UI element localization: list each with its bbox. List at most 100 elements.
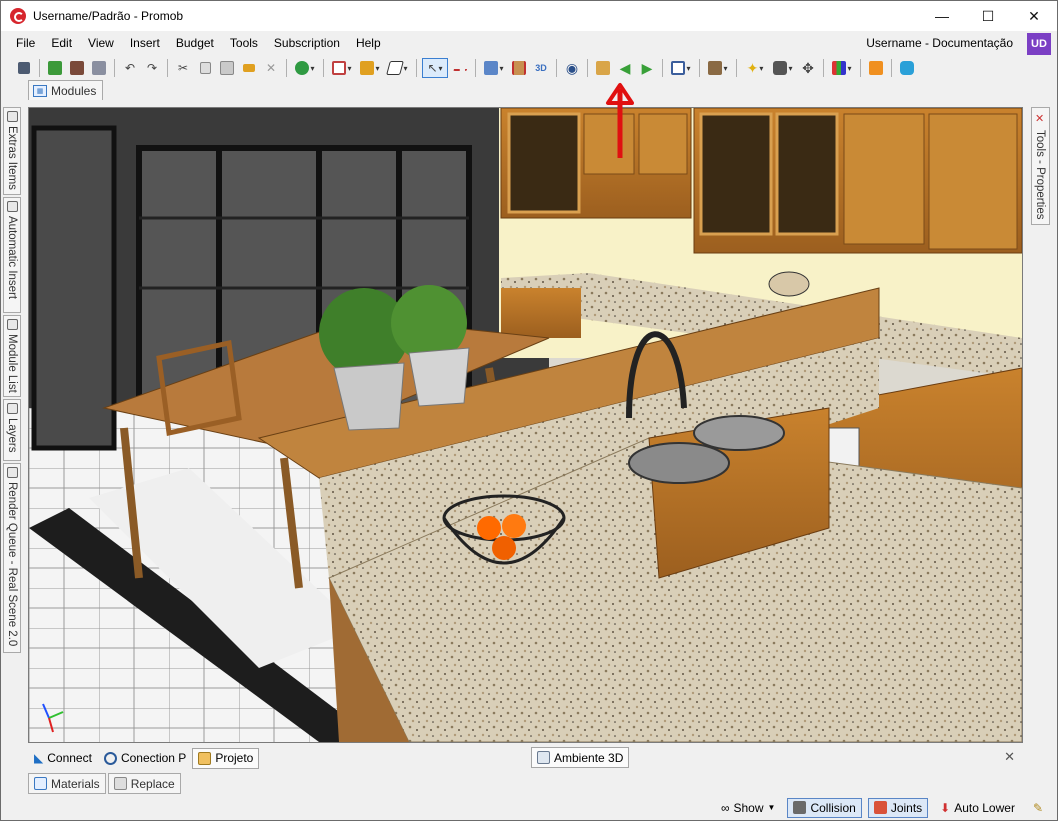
auto-lower-toggle[interactable]: ⬇ Auto Lower	[934, 798, 1021, 818]
frame-icon[interactable]	[329, 58, 355, 78]
menu-subscription[interactable]: Subscription	[266, 32, 348, 54]
tab-conection-p-label: Conection P	[120, 751, 187, 765]
3d-viewport[interactable]	[28, 107, 1023, 743]
tab-layers-label: Layers	[6, 418, 18, 453]
copy-icon[interactable]	[195, 58, 215, 78]
menu-bar: File Edit View Insert Budget Tools Subsc…	[1, 32, 1057, 55]
print-icon[interactable]	[67, 58, 87, 78]
main-toolbar: ↶ ↷ ✂ ✕ ↖ 3D ◉ ◀ ▶ ✦ ✥	[1, 56, 1057, 80]
user-label: Username - Documentação	[866, 36, 1013, 50]
tab-module-list[interactable]: Module List	[3, 315, 21, 397]
module-tree-icon[interactable]	[357, 58, 383, 78]
tools-icon	[7, 201, 18, 212]
close-button[interactable]: ✕	[1011, 1, 1057, 31]
paste-icon[interactable]	[217, 58, 237, 78]
render-icon	[7, 467, 18, 478]
magic-wand-icon: ✎	[1032, 800, 1043, 815]
budget-dollar-icon[interactable]	[292, 58, 318, 78]
tab-connect[interactable]: ◣ Connect	[28, 748, 98, 769]
menu-insert[interactable]: Insert	[122, 32, 168, 54]
signal-icon: ◣	[34, 751, 44, 765]
tab-render-queue[interactable]: Render Queue - Real Scene 2.0	[3, 463, 21, 653]
menu-file[interactable]: File	[8, 32, 43, 54]
tab-ambiente-3d[interactable]: Ambiente 3D	[531, 747, 630, 768]
camera-icon[interactable]	[770, 58, 796, 78]
tab-replace[interactable]: Replace	[107, 773, 181, 794]
cut-icon[interactable]: ✂	[173, 58, 193, 78]
tab-materials-label: Materials	[51, 776, 100, 791]
menu-view[interactable]: View	[80, 32, 122, 54]
chat-icon[interactable]	[897, 58, 917, 78]
save-icon[interactable]	[14, 58, 34, 78]
auto-lower-label: Auto Lower	[954, 800, 1015, 815]
modules-tab-label: Modules	[51, 83, 97, 98]
shape-icon[interactable]	[385, 58, 411, 78]
materials-icon	[34, 777, 47, 790]
tools-icon: ✕	[1035, 113, 1045, 125]
tab-tools-properties-label: Tools - Properties	[1034, 130, 1046, 220]
show-label: Show	[733, 800, 764, 815]
arrow-right-icon[interactable]: ▶	[637, 58, 657, 78]
window-title: Username/Padrão - Promob	[33, 9, 184, 23]
modules-tab[interactable]: ▦ Modules	[28, 80, 104, 100]
green-cart-icon[interactable]	[45, 58, 65, 78]
3d-view-icon[interactable]: 3D	[531, 58, 551, 78]
delete-icon[interactable]: ✕	[261, 58, 281, 78]
layers-icon	[7, 403, 18, 414]
undo-icon[interactable]: ↶	[120, 58, 140, 78]
select-arrow-icon[interactable]: ↖	[422, 58, 448, 78]
joints-label: Joints	[890, 800, 923, 815]
color-palette-icon[interactable]	[829, 58, 855, 78]
close-tab-icon[interactable]: ✕	[1004, 749, 1015, 765]
compass-icon[interactable]: ✥	[798, 58, 818, 78]
light-bulb-icon[interactable]: ✦	[742, 58, 768, 78]
tab-module-list-label: Module List	[6, 334, 18, 393]
tab-conection-p[interactable]: Conection P	[98, 748, 192, 769]
tab-projeto[interactable]: Projeto	[192, 747, 260, 769]
tab-connect-label: Connect	[47, 751, 92, 765]
user-icon[interactable]	[866, 58, 886, 78]
auto-lower-icon: ⬇	[940, 800, 951, 815]
collision-label: Collision	[810, 800, 856, 815]
hammer-icon[interactable]	[239, 58, 259, 78]
menu-budget[interactable]: Budget	[168, 32, 222, 54]
tab-tools-properties[interactable]: ✕ Tools - Properties	[1031, 107, 1050, 225]
sink-right	[693, 415, 785, 451]
menu-help[interactable]: Help	[348, 32, 389, 54]
left-panel-tabs: Extras Items Automatic Insert Module Lis…	[3, 107, 23, 655]
tab-automatic-insert[interactable]: Automatic Insert	[3, 197, 21, 313]
collision-toggle[interactable]: Collision	[787, 797, 862, 818]
minimize-button[interactable]: —	[919, 1, 965, 31]
measure-icon[interactable]	[450, 58, 470, 78]
menu-tools[interactable]: Tools	[222, 32, 266, 54]
joints-icon	[873, 801, 887, 814]
replace-icon	[113, 777, 127, 790]
joints-toggle[interactable]: Joints	[867, 797, 929, 818]
tab-automatic-insert-label: Automatic Insert	[6, 216, 18, 300]
box-icon[interactable]	[705, 58, 731, 78]
move-icon[interactable]	[593, 58, 613, 78]
status-bar: ∞ Show ▼ Collision Joints ⬇ Auto Lower ✎	[1, 795, 1057, 820]
tab-layers[interactable]: Layers	[3, 399, 21, 461]
camera-frame-icon[interactable]	[668, 58, 694, 78]
show-dropdown[interactable]: ∞ Show ▼	[715, 798, 782, 818]
title-bar: Username/Padrão - Promob — ☐ ✕	[1, 1, 1057, 31]
tab-ambiente-3d-label: Ambiente 3D	[554, 750, 624, 765]
magic-wand-button[interactable]: ✎	[1027, 798, 1049, 818]
tab-materials[interactable]: Materials	[28, 773, 106, 794]
redo-icon[interactable]: ↷	[142, 58, 162, 78]
print-preview-icon[interactable]	[89, 58, 109, 78]
menu-edit[interactable]: Edit	[43, 32, 80, 54]
tab-replace-label: Replace	[130, 776, 175, 791]
environment-icon	[537, 751, 550, 764]
user-avatar[interactable]: UD	[1027, 33, 1051, 55]
tab-extras-items[interactable]: Extras Items	[3, 107, 21, 195]
dimension-icon[interactable]	[509, 58, 529, 78]
kitchen-3d-scene	[29, 108, 1022, 742]
eye-icon[interactable]: ◉	[562, 58, 582, 78]
arrow-left-icon[interactable]: ◀	[615, 58, 635, 78]
maximize-button[interactable]: ☐	[965, 1, 1011, 31]
chevron-down-icon: ▼	[767, 803, 776, 812]
layers-cube-icon[interactable]	[481, 58, 507, 78]
tab-extras-items-label: Extras Items	[6, 126, 18, 190]
